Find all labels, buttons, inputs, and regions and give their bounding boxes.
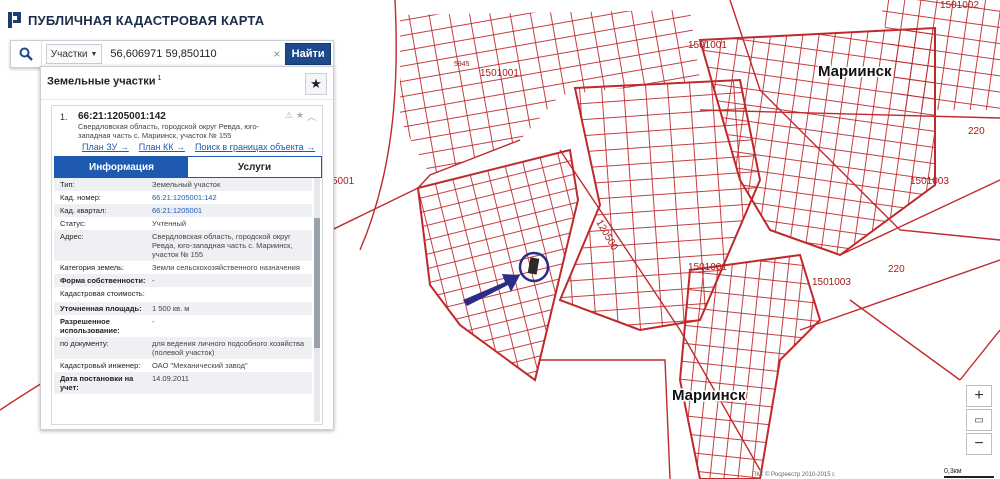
clear-icon[interactable]: × xyxy=(273,47,285,61)
svg-text:1501001: 1501001 xyxy=(480,68,519,79)
search-bar: Участки ▼ × Найти xyxy=(10,40,334,68)
scale-label: 0,3км xyxy=(944,468,962,475)
table-row: Статус: Учтенный xyxy=(60,219,187,228)
star-icon: ★ xyxy=(310,76,322,91)
result-cad-number[interactable]: 66:21:1205001:142 xyxy=(78,111,166,122)
search-type-select[interactable]: Участки ▼ xyxy=(45,44,103,64)
zoom-controls: + ▭ − xyxy=(966,385,992,457)
svg-text:5001: 5001 xyxy=(332,176,355,187)
table-row: Кад. квартал: 66:21:1205001 xyxy=(54,204,312,217)
app-header: ПУБЛИЧНАЯ КАДАСТРОВАЯ КАРТА xyxy=(8,10,264,30)
info-tabs: Информация Услуги xyxy=(54,156,322,178)
chevron-down-icon: ▼ xyxy=(90,50,98,58)
search-type-label: Участки xyxy=(50,48,88,60)
svg-text:1501001: 1501001 xyxy=(688,262,727,273)
table-row: Уточненная площадь: 1 500 кв. м xyxy=(54,302,312,315)
hidden-value xyxy=(152,289,204,298)
tab-info[interactable]: Информация xyxy=(55,157,188,177)
table-row: Категория земель: Земли сельскохозяйствен… xyxy=(60,263,300,272)
svg-text:1501002: 1501002 xyxy=(940,0,979,11)
svg-text:Мариинск: Мариинск xyxy=(818,63,892,80)
collapse-icon[interactable]: ︿ xyxy=(307,110,316,123)
favorite-button[interactable]: ★ xyxy=(305,73,327,95)
star-outline-icon[interactable]: ★ xyxy=(296,110,304,123)
table-row: Дата постановки на учет: 14.09.2011 xyxy=(54,372,312,394)
zoom-out-button[interactable]: − xyxy=(966,433,992,455)
result-address: Свердловская область, городской округ Ре… xyxy=(78,122,260,140)
result-actions: ⚠ ★ ︿ xyxy=(285,110,316,123)
search-input[interactable] xyxy=(108,47,272,61)
svg-text:Мариинск: Мариинск xyxy=(672,387,746,404)
scale-bar xyxy=(944,476,994,478)
tab-services[interactable]: Услуги xyxy=(188,157,321,177)
scroll-thumb[interactable] xyxy=(314,218,320,348)
svg-text:220: 220 xyxy=(968,126,985,137)
svg-text:220: 220 xyxy=(888,264,905,275)
warning-icon[interactable]: ⚠ xyxy=(285,110,293,123)
svg-text:1501001: 1501001 xyxy=(688,40,727,51)
link-plan-kk[interactable]: План КК → xyxy=(139,142,185,152)
find-button[interactable]: Найти xyxy=(285,43,331,65)
table-row: Разрешенное использование: - xyxy=(60,317,155,335)
table-row: по документу: для ведения личного подсобн… xyxy=(54,337,312,359)
rosreestr-logo-icon[interactable] xyxy=(8,12,22,28)
result-links: План ЗУ → План КК → Поиск в границах объ… xyxy=(82,142,315,152)
panel-scrollbar[interactable] xyxy=(314,178,320,422)
panel-header: Земельные участки 1 ★ xyxy=(41,67,333,100)
results-count: 1 xyxy=(157,75,162,82)
table-row: Адрес: Свердловская область, городской ок… xyxy=(54,230,312,261)
zoom-in-button[interactable]: + xyxy=(966,385,992,407)
table-row: Кад. номер: 66:21:1205001:142 xyxy=(60,193,217,202)
link-search-bounds[interactable]: Поиск в границах объекта → xyxy=(195,142,315,152)
table-row: Форма собственности: - xyxy=(54,274,312,287)
link-plan-zu[interactable]: План ЗУ → xyxy=(82,142,129,152)
ruler-icon: ▭ xyxy=(974,414,984,426)
svg-text:5945: 5945 xyxy=(454,61,470,68)
results-panel: Земельные участки 1 ★ 1. 66:21:1205001:14… xyxy=(40,66,334,430)
table-row: Кадастровая стоимость: xyxy=(54,287,312,302)
ruler-tool-button[interactable]: ▭ xyxy=(966,409,992,431)
svg-text:1501003: 1501003 xyxy=(910,176,949,187)
result-card[interactable]: 1. 66:21:1205001:142 Свердловская област… xyxy=(51,105,323,425)
table-row: Кадастровый инженер: ОАО "Механический за… xyxy=(60,361,248,370)
app-title: ПУБЛИЧНАЯ КАДАСТРОВАЯ КАРТА xyxy=(28,12,265,28)
table-row: Тип: Земельный участок xyxy=(54,178,312,191)
search-icon[interactable] xyxy=(11,41,42,67)
svg-text:1501003: 1501003 xyxy=(812,277,851,288)
panel-title: Земельные участки 1 xyxy=(47,75,162,88)
attributes-table: Тип: Земельный участок Кад. номер: 66:21:1… xyxy=(54,178,312,394)
result-number: 1. xyxy=(60,112,68,122)
copyright: ПКК © Росреестр 2010-2015 г. xyxy=(752,472,836,478)
